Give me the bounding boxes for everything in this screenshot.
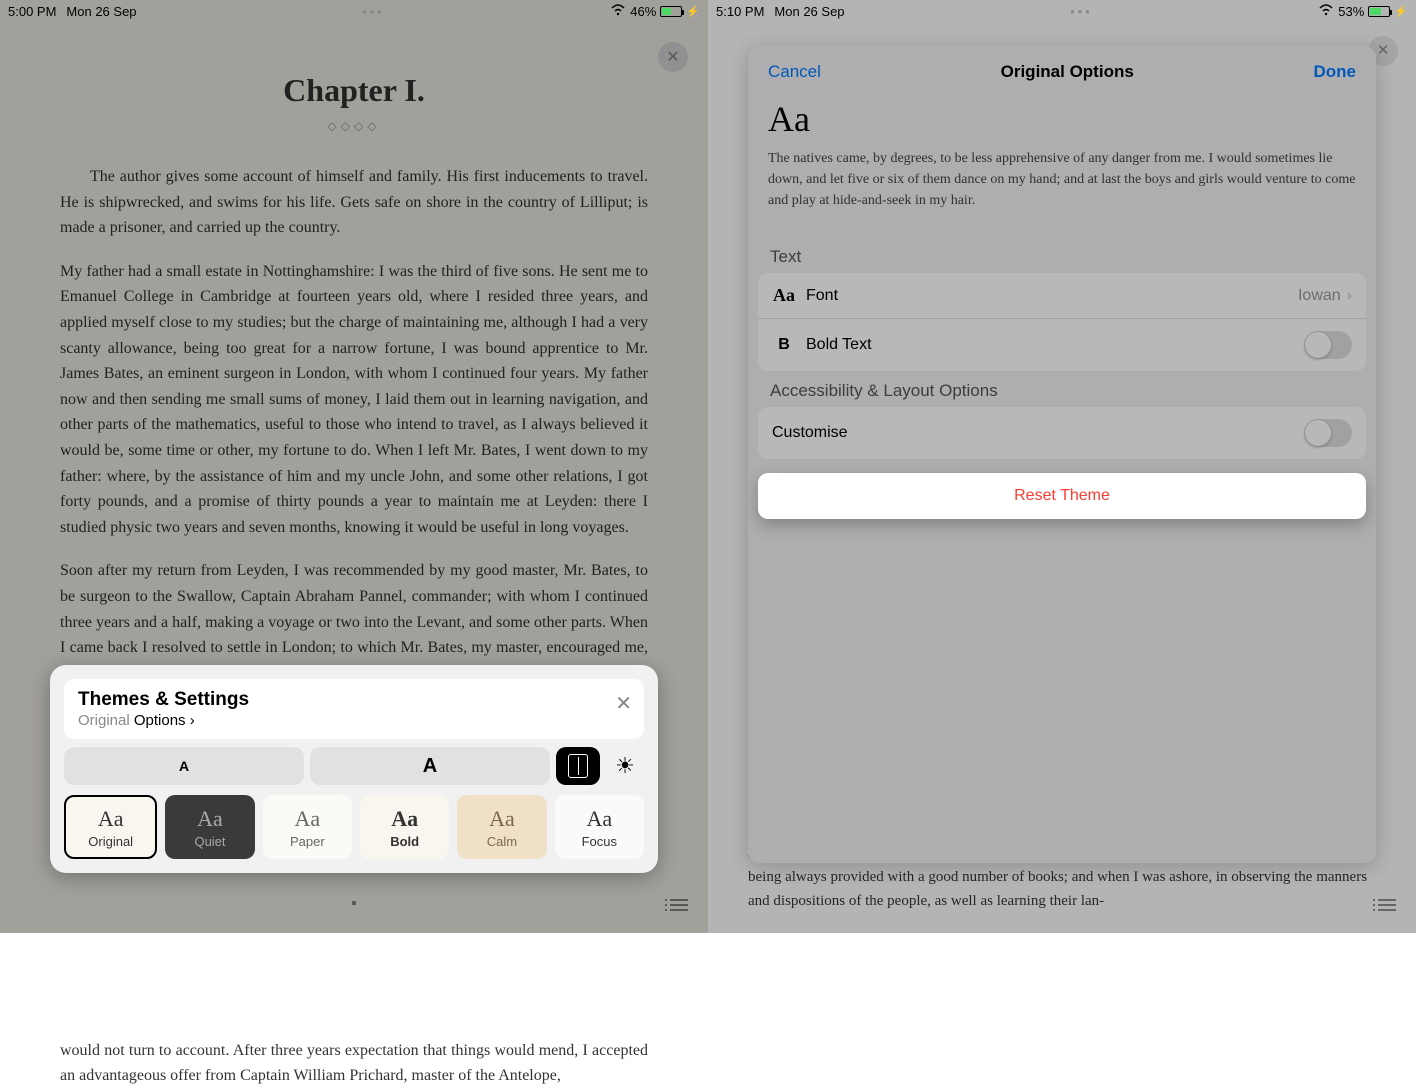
battery-percent: 53% <box>1338 4 1364 19</box>
theme-quiet[interactable]: AaQuiet <box>165 795 254 859</box>
font-icon: Aa <box>772 285 796 306</box>
charging-icon: ⚡ <box>1394 5 1408 18</box>
ornament-icon: ◇◇◇◇ <box>60 119 648 134</box>
status-bar: 5:00 PM Mon 26 Sep ••• 46% ⚡ <box>0 0 708 22</box>
chevron-right-icon: › <box>1347 287 1352 305</box>
themes-settings-sheet: Themes & Settings Original Options › ✕ A… <box>50 665 658 873</box>
decrease-text-button[interactable]: A <box>64 747 304 785</box>
status-time: 5:00 PM <box>8 4 56 19</box>
bold-row: B Bold Text <box>758 319 1366 371</box>
sheet-header: Themes & Settings Original Options › ✕ <box>64 679 644 739</box>
list-icon <box>670 896 688 914</box>
reset-theme-button[interactable]: Reset Theme <box>758 473 1366 519</box>
left-screenshot: 5:00 PM Mon 26 Sep ••• 46% ⚡ ✕ Chapter I… <box>0 0 708 933</box>
preview-text: The natives came, by degrees, to be less… <box>768 148 1356 211</box>
scroll-mode-button[interactable] <box>556 747 600 785</box>
section-text-label: Text <box>748 237 1376 273</box>
font-value: Iowan <box>1298 287 1341 305</box>
right-screenshot: 5:10 PM Mon 26 Sep ••• 53% ⚡ ✕ addition … <box>708 0 1416 933</box>
theme-calm[interactable]: AaCalm <box>457 795 546 859</box>
status-date: Mon 26 Sep <box>66 4 136 19</box>
sheet-subtitle[interactable]: Original Options › <box>78 712 630 729</box>
cancel-button[interactable]: Cancel <box>768 62 821 82</box>
status-date: Mon 26 Sep <box>774 4 844 19</box>
bold-icon: B <box>772 336 796 354</box>
wifi-icon <box>1318 4 1334 19</box>
preview-block: Aa The natives came, by degrees, to be l… <box>748 98 1376 231</box>
battery-percent: 46% <box>630 4 656 19</box>
modal-title: Original Options <box>1001 62 1134 82</box>
theme-original[interactable]: AaOriginal <box>64 795 157 859</box>
status-time: 5:10 PM <box>716 4 764 19</box>
customise-toggle[interactable] <box>1304 419 1352 447</box>
customise-row: Customise <box>758 407 1366 459</box>
preview-sample: Aa <box>768 98 1356 140</box>
sun-icon: ☀ <box>615 753 635 779</box>
multitask-dots[interactable]: ••• <box>137 4 611 19</box>
list-icon <box>1378 896 1396 914</box>
paragraph: The author gives some account of himself… <box>60 164 648 241</box>
page-indicator: ▪ <box>351 895 357 913</box>
page-mode-icon <box>568 754 588 778</box>
themes-row: AaOriginal AaQuiet AaPaper AaBold AaCalm… <box>64 795 644 859</box>
bold-toggle[interactable] <box>1304 331 1352 359</box>
sheet-title: Themes & Settings <box>78 689 630 711</box>
toc-button[interactable] <box>670 896 688 919</box>
battery-icon <box>1368 6 1390 17</box>
battery-icon <box>660 6 682 17</box>
chevron-right-icon: › <box>190 712 195 729</box>
theme-bold[interactable]: AaBold <box>360 795 449 859</box>
increase-text-button[interactable]: A <box>310 747 550 785</box>
multitask-dots[interactable]: ••• <box>845 4 1319 19</box>
brightness-button[interactable]: ☀ <box>606 747 644 785</box>
original-options-modal: Cancel Original Options Done Aa The nati… <box>748 46 1376 863</box>
theme-focus[interactable]: AaFocus <box>555 795 644 859</box>
paragraph: My father had a small estate in Nottingh… <box>60 259 648 541</box>
paragraph: would not turn to account. After three y… <box>60 1038 648 1089</box>
chapter-title: Chapter I. <box>60 72 648 109</box>
status-bar: 5:10 PM Mon 26 Sep ••• 53% ⚡ <box>708 0 1416 22</box>
charging-icon: ⚡ <box>686 5 700 18</box>
done-button[interactable]: Done <box>1314 62 1357 82</box>
close-icon[interactable]: ✕ <box>658 42 688 72</box>
wifi-icon <box>610 4 626 19</box>
theme-paper[interactable]: AaPaper <box>263 795 352 859</box>
close-icon[interactable]: ✕ <box>615 691 632 716</box>
toc-button[interactable] <box>1378 896 1396 919</box>
section-accessibility-label: Accessibility & Layout Options <box>748 371 1376 407</box>
font-row[interactable]: Aa Font Iowan › <box>758 273 1366 319</box>
